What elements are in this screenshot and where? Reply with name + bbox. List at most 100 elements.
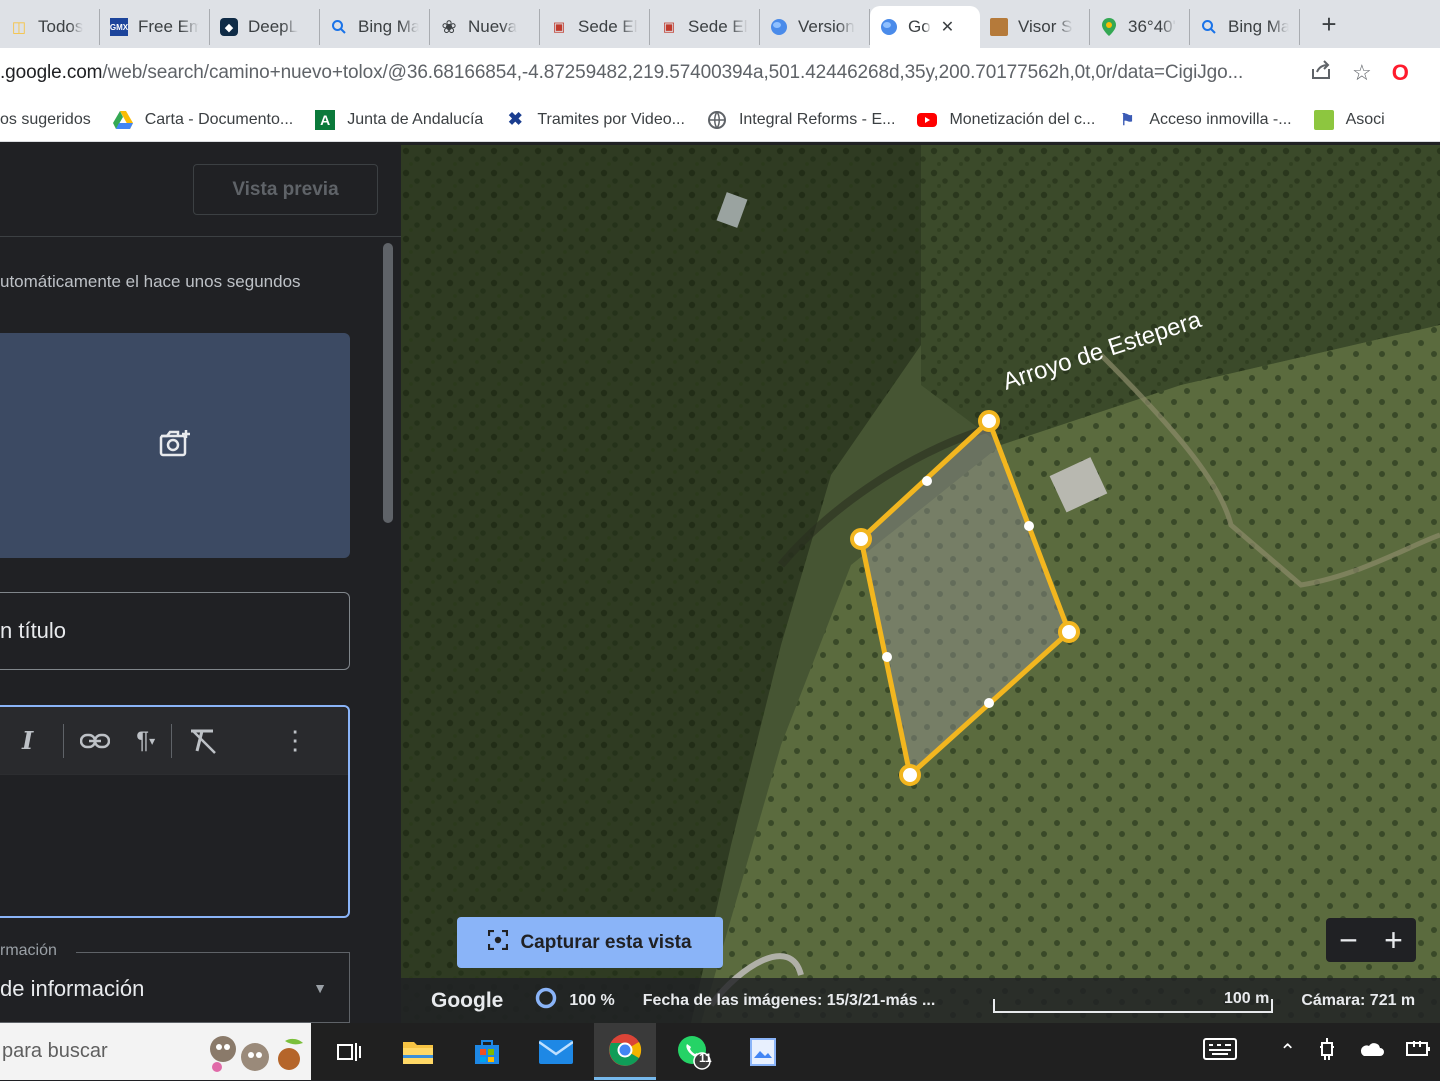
windows-taskbar: para buscar 11 ⌃ [0,1023,1440,1080]
opacity-ring-icon[interactable] [535,987,557,1014]
new-tab-button[interactable]: + [1314,9,1344,40]
bookmark-asoci[interactable]: Asoci [1313,109,1385,130]
close-icon[interactable]: ✕ [941,17,954,37]
earth-map-view[interactable]: Arroyo de Estepera Capturar esta vista −… [401,145,1440,1023]
vertex-handle[interactable] [899,764,921,786]
tab-todos[interactable]: ◫ Todos [0,9,100,45]
toolbar-separator [171,723,173,758]
tab-visor[interactable]: Visor S [980,9,1090,45]
drawn-polygon[interactable]: Arroyo de Estepera [401,145,1440,1023]
tab-sede-2[interactable]: ▣ Sede El [650,9,760,45]
info-select[interactable]: de información ▼ [0,952,350,1023]
search-highlight-icon [205,1031,307,1081]
bookmark-monetizacion[interactable]: Monetización del c... [917,110,1095,130]
midpoint-handle[interactable] [882,652,892,662]
search-icon [330,18,348,36]
task-view-button[interactable] [318,1023,380,1080]
add-photo-area[interactable] [0,333,350,558]
map-status-bar: Google 100 % Fecha de las imágenes: 15/3… [401,978,1440,1023]
vertex-handle[interactable] [1058,621,1080,643]
zoom-in-button[interactable]: + [1384,922,1403,959]
onedrive-icon[interactable] [1358,1040,1384,1063]
toolbar-separator [63,723,65,758]
sede-icon: ▣ [552,19,566,34]
vertex-handle[interactable] [850,528,872,550]
clear-format-icon[interactable] [188,721,218,761]
zoom-out-button[interactable]: − [1339,922,1358,959]
italic-icon[interactable]: I [22,721,33,761]
tab-maps-coords[interactable]: 36°40' [1090,9,1190,45]
file-explorer-icon[interactable] [387,1023,449,1080]
network-adapter-icon[interactable] [1318,1037,1336,1067]
description-editor[interactable]: I ¶ ▾ ⋮ [0,705,350,918]
chevron-up-icon[interactable]: ⌃ [1279,1039,1296,1064]
tab-deepl[interactable]: ◆ DeepL [210,9,320,45]
folder-icon: ◫ [11,19,27,36]
info-field-border [76,952,349,953]
share-icon[interactable] [1310,59,1332,87]
title-field[interactable]: n título [0,592,350,670]
chevron-down-icon: ▼ [313,980,327,996]
battery-plug-icon[interactable] [1406,1039,1432,1065]
panel-divider [0,236,401,237]
junta-icon: A [315,109,336,130]
tab-bing-1[interactable]: Bing Ma [320,9,430,45]
midpoint-handle[interactable] [984,698,994,708]
tab-sede-1[interactable]: ▣ Sede El [540,9,650,45]
add-photo-icon[interactable] [158,428,192,463]
bookmark-junta[interactable]: A Junta de Andalucía [315,109,483,130]
editor-toolbar: I ¶ ▾ ⋮ [0,707,348,775]
tramites-icon: ✖ [507,109,523,129]
chatgpt-icon: ❀ [441,16,457,37]
tab-gmx[interactable]: GMX Free Em [100,9,210,45]
bookmark-star-icon[interactable]: ☆ [1352,60,1372,86]
paragraph-style-icon[interactable]: ¶ ▾ [136,721,155,761]
vertex-handle[interactable] [978,410,1000,432]
chrome-icon[interactable] [594,1023,656,1080]
browser-tab-strip: ◫ Todos GMX Free Em ◆ DeepL Bing Ma ❀ Nu… [0,0,1440,48]
bookmark-integral[interactable]: Integral Reforms - E... [707,110,895,130]
zoom-control: − + [1326,918,1416,962]
scale-label: 100 m [1224,990,1270,1007]
bookmarks-bar: os sugeridos Carta - Documento... A Junt… [0,98,1440,142]
midpoint-handle[interactable] [1024,521,1034,531]
tab-nueva[interactable]: ❀ Nueva [430,9,540,45]
bookmark-tramites[interactable]: ✖ Tramites por Video... [505,109,685,130]
tab-bing-2[interactable]: Bing Ma [1190,9,1300,45]
tab-google-earth[interactable]: Go ✕ [870,6,980,48]
place-label: Arroyo de Estepera [1000,306,1206,396]
sede-icon: ▣ [662,19,676,34]
screenshot-icon [488,929,509,956]
asoci-icon [1313,109,1334,130]
midpoint-handle[interactable] [922,476,932,486]
preview-button[interactable]: Vista previa [193,164,378,215]
microsoft-store-icon[interactable] [456,1023,518,1080]
bookmark-carta[interactable]: Carta - Documento... [112,110,293,130]
bookmark-inmovilla[interactable]: ⚑ Acceso inmovilla -... [1117,110,1291,130]
opera-icon[interactable]: O [1392,60,1409,86]
inmovilla-icon: ⚑ [1120,111,1135,129]
youtube-icon [917,110,938,130]
maps-pin-icon [1100,18,1118,36]
drive-icon [112,110,133,130]
capture-view-button[interactable]: Capturar esta vista [457,917,723,968]
keyboard-icon[interactable] [1203,1037,1238,1066]
photos-icon[interactable] [732,1023,794,1080]
url-field[interactable]: .google.com/web/search/camino+nuevo+tolo… [0,62,1292,84]
whatsapp-badge: 11 [699,1051,712,1065]
taskbar-search[interactable]: para buscar [0,1023,311,1080]
mail-icon[interactable] [525,1023,587,1080]
opacity-value: 100 % [569,991,615,1009]
deepl-icon: ◆ [220,18,238,36]
imagery-date: Fecha de las imágenes: 15/3/21-más ... [642,991,936,1009]
whatsapp-icon[interactable]: 11 [663,1023,725,1080]
panel-scrollbar[interactable] [383,243,393,523]
parcel-outline[interactable] [858,416,1072,780]
google-brand: Google [431,988,504,1012]
project-side-panel: Vista previa utomáticamente el hace unos… [0,145,401,1023]
globe-icon [707,110,727,130]
tab-version[interactable]: Version [760,9,870,45]
bookmark-suggested[interactable]: os sugeridos [0,111,91,129]
link-icon[interactable] [80,721,111,761]
more-options-icon[interactable]: ⋮ [282,721,308,761]
